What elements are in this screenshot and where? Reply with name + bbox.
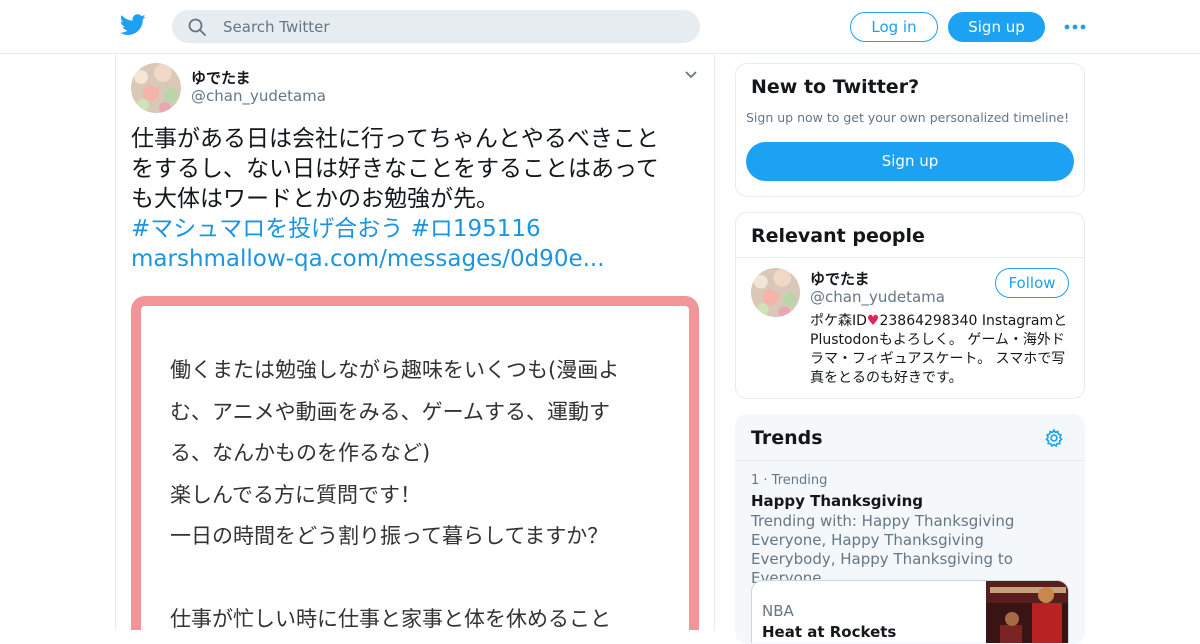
search-input[interactable]: Search Twitter <box>223 18 330 36</box>
gear-icon[interactable] <box>1044 428 1064 448</box>
tweet-text-line: をするし、ない日は好きなことをすることはあって <box>131 156 659 182</box>
avatar-image <box>131 63 181 113</box>
more-icon[interactable] <box>1064 23 1086 31</box>
media-text-line: 働くまたは勉強しながら趣味をいくつも(漫画よ <box>170 358 620 382</box>
tweet-media-card[interactable]: 働くまたは勉強しながら趣味をいくつも(漫画よ む、アニメや動画をみる、ゲームする… <box>131 296 699 630</box>
card-title: Relevant people <box>751 225 925 247</box>
tweet-text-line: も大体はワードとかのお勉強が先。 <box>131 186 499 212</box>
avatar[interactable] <box>751 268 800 317</box>
new-to-twitter-card: New to Twitter? Sign up now to get your … <box>735 63 1085 197</box>
divider <box>736 460 1084 461</box>
tweet-author-handle[interactable]: @chan_yudetama <box>191 87 326 105</box>
hashtag-links[interactable]: #マシュマロを投げ合おう #ロ195116 <box>131 214 691 244</box>
media-text-line: 仕事が忙しい時に仕事と家事と体を休めること <box>170 607 611 630</box>
top-bar: Search Twitter Log in Sign up <box>0 0 1200 54</box>
media-text: 働くまたは勉強しながら趣味をいくつも(漫画よ む、アニメや動画をみる、ゲームする… <box>170 350 680 630</box>
relevant-people-card: Relevant people ゆでたま @chan_yudetama Foll… <box>735 212 1085 399</box>
media-text-line: 一日の時間をどう割り振って暮らしてますか？ <box>170 524 609 548</box>
trends-card: Trends 1 · Trending Happy Thanksgiving T… <box>735 414 1085 644</box>
trend-related: Trending with: Happy Thanksgiving Everyo… <box>751 512 1015 587</box>
tweet: ゆでたま @chan_yudetama 仕事がある日は会社に行ってちゃんとやるべ… <box>115 54 715 630</box>
signup-button[interactable]: Sign up <box>746 142 1074 181</box>
news-headline: Heat at Rockets <box>762 623 897 641</box>
heart-icon: ♥ <box>866 313 880 329</box>
news-category: NBA <box>762 602 794 620</box>
chevron-down-icon[interactable] <box>684 70 698 80</box>
tweet-author-name[interactable]: ゆでたま <box>191 67 251 88</box>
twitter-bird-icon[interactable] <box>120 14 146 36</box>
login-button[interactable]: Log in <box>850 12 938 42</box>
follow-button[interactable]: Follow <box>995 268 1069 298</box>
divider <box>736 257 1084 258</box>
bio-text: ポケ森ID <box>810 313 867 329</box>
card-title: Trends <box>751 427 823 449</box>
media-text-line: む、アニメや動画をみる、ゲームする、運動す <box>170 399 610 424</box>
person-handle[interactable]: @chan_yudetama <box>810 288 945 306</box>
tweet-text-line: 仕事がある日は会社に行ってちゃんとやるべきこと <box>131 126 659 152</box>
signup-button[interactable]: Sign up <box>948 12 1045 42</box>
card-subtitle: Sign up now to get your own personalized… <box>746 110 1070 125</box>
avatar-image <box>751 268 800 317</box>
tweet-text: 仕事がある日は会社に行ってちゃんとやるべきこと をするし、ない日は好きなことをす… <box>131 124 691 274</box>
news-thumbnail <box>986 581 1068 643</box>
card-title: New to Twitter? <box>751 76 920 98</box>
search-bar[interactable]: Search Twitter <box>172 10 700 43</box>
person-name[interactable]: ゆでたま <box>810 268 870 289</box>
trend-rank: 1 · Trending <box>751 473 828 488</box>
person-bio: ポケ森ID♥23864298340 Instagramと Plustodonもよ… <box>810 312 1075 388</box>
media-text-line: る、なんかものを作るなど) <box>170 441 431 465</box>
news-card[interactable]: NBA Heat at Rockets <box>751 580 1069 643</box>
search-icon <box>188 18 206 36</box>
trend-name[interactable]: Happy Thanksgiving <box>751 492 923 510</box>
tweet-url-link[interactable]: marshmallow-qa.com/messages/0d90e... <box>131 244 691 274</box>
avatar[interactable] <box>131 63 181 113</box>
media-text-line: 楽しんでる方に質問です！ <box>170 482 421 507</box>
media-text-line <box>170 558 680 600</box>
